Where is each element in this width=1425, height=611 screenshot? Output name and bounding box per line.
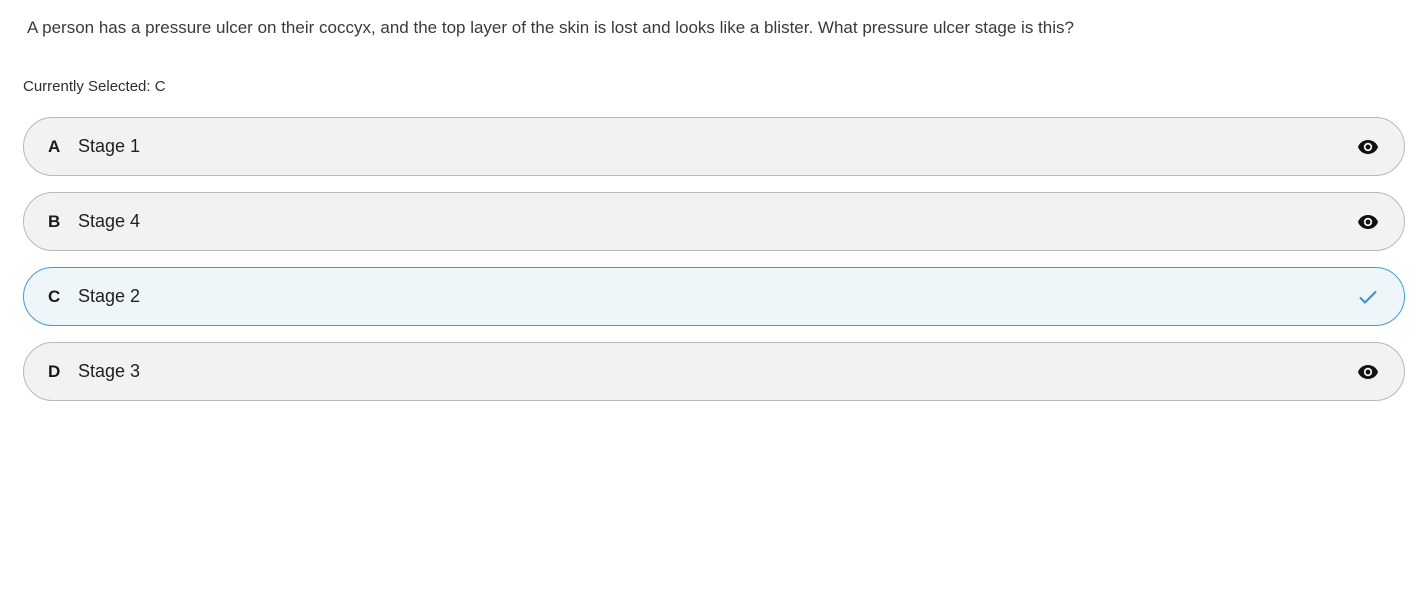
option-b[interactable]: B Stage 4 [23, 192, 1405, 251]
eye-icon[interactable] [1356, 210, 1380, 234]
option-label: Stage 1 [78, 136, 141, 156]
option-d[interactable]: D Stage 3 [23, 342, 1405, 401]
check-icon [1356, 285, 1380, 309]
question-text: A person has a pressure ulcer on their c… [27, 18, 1074, 37]
option-a[interactable]: A Stage 1 [23, 117, 1405, 176]
answer-options: A Stage 1 B Stage 4 C Stage 2 D Stage 3 [23, 117, 1405, 417]
option-letter: C [48, 286, 61, 306]
option-label: Stage 4 [78, 211, 141, 231]
option-c[interactable]: C Stage 2 [23, 267, 1405, 326]
currently-selected-label: Currently Selected: C [23, 78, 166, 95]
option-letter: A [48, 136, 61, 156]
option-label: Stage 3 [78, 361, 141, 381]
eye-icon[interactable] [1356, 135, 1380, 159]
option-letter: B [48, 211, 61, 231]
eye-icon[interactable] [1356, 360, 1380, 384]
option-letter: D [48, 361, 61, 381]
option-label: Stage 2 [78, 286, 141, 306]
